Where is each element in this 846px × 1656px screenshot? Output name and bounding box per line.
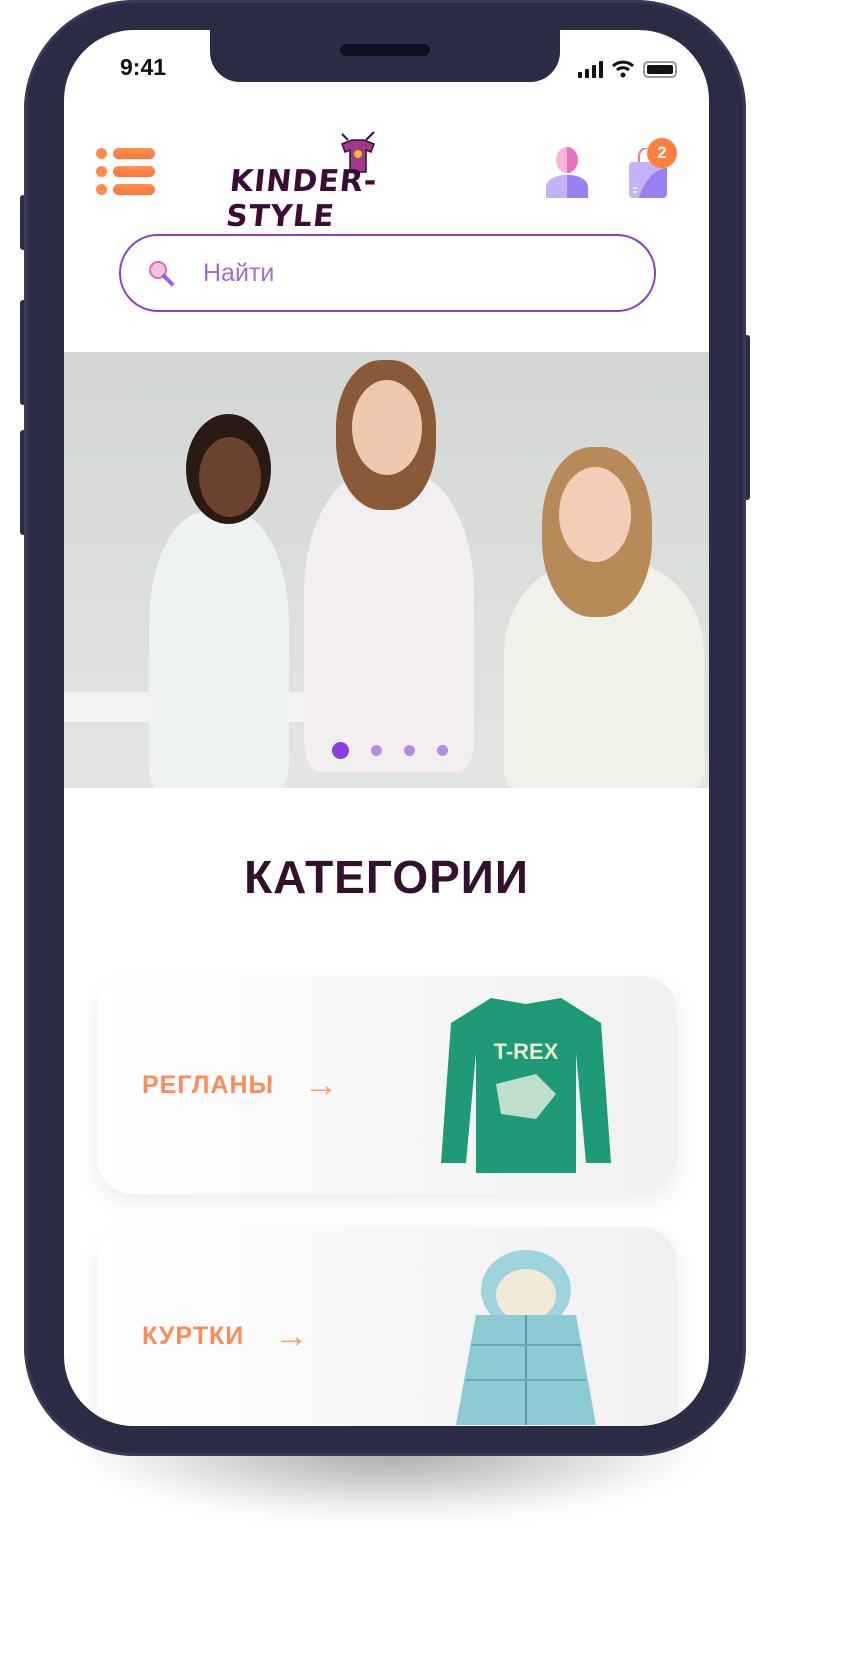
cart-count-badge: 2: [647, 138, 677, 168]
search-icon: [149, 261, 174, 286]
arrow-right-icon: →: [304, 1065, 339, 1104]
status-icons: [578, 60, 677, 78]
status-time: 9:41: [120, 54, 167, 80]
search-placeholder: Найти: [203, 258, 275, 287]
carousel-dot[interactable]: [332, 742, 349, 759]
signal-icon: [578, 60, 603, 78]
menu-button[interactable]: [96, 148, 155, 202]
wifi-icon: [612, 60, 634, 78]
categories-title: КАТЕГОРИИ: [244, 851, 529, 903]
hero-child-2: [304, 472, 474, 772]
logo-text: KINDER-STYLE: [224, 164, 380, 234]
carousel-dots: [332, 742, 448, 759]
carousel-dot[interactable]: [404, 745, 415, 756]
cart-button[interactable]: 2: [627, 138, 677, 198]
phone-frame: 9:41 KINDER-STYLE 2 Найти КАТЕГОРИИ РЕГЛ…: [24, 0, 746, 1456]
category-label: РЕГЛАНЫ: [142, 1070, 275, 1099]
jacket-image: [456, 1250, 596, 1425]
speaker: [340, 44, 430, 56]
category-card-jackets[interactable]: КУРТКИ →: [97, 1227, 677, 1426]
battery-icon: [643, 60, 677, 78]
user-profile-icon[interactable]: [544, 146, 590, 198]
tshirt-print-text: T-REX: [494, 1039, 559, 1064]
category-label: КУРТКИ: [142, 1321, 245, 1350]
hero-child-1: [149, 512, 289, 788]
carousel-dot[interactable]: [437, 745, 448, 756]
screen: 9:41 KINDER-STYLE 2 Найти КАТЕГОРИИ РЕГЛ…: [64, 30, 709, 1426]
logo[interactable]: KINDER-STYLE: [224, 130, 474, 234]
carousel-dot[interactable]: [371, 745, 382, 756]
green-tshirt-image: T-REX: [441, 998, 611, 1173]
arrow-right-icon: →: [274, 1316, 309, 1355]
search-input[interactable]: Найти: [119, 234, 656, 312]
category-card-raglans[interactable]: РЕГЛАНЫ → T-REX: [97, 976, 677, 1194]
notch: [210, 30, 560, 82]
hero-carousel[interactable]: [64, 352, 709, 788]
